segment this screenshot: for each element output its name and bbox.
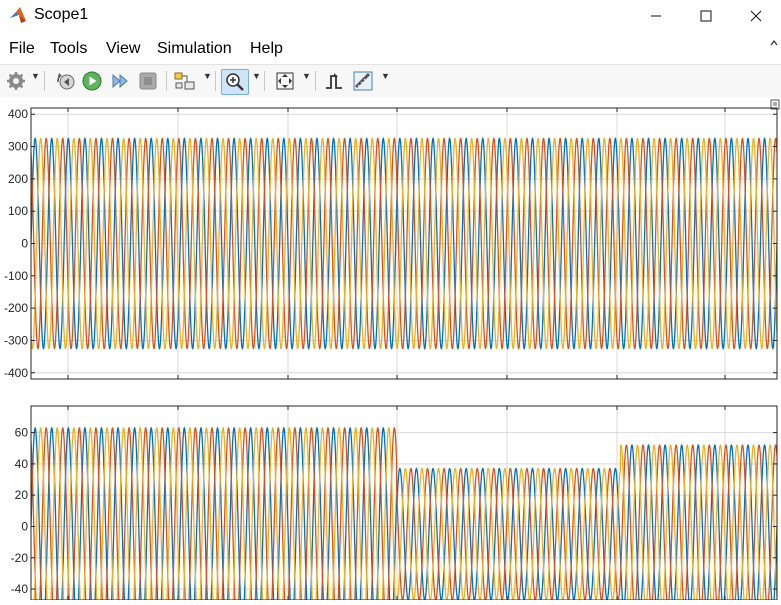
y-tick-label: 400 [8, 107, 28, 121]
highlight-block-button[interactable] [172, 69, 198, 93]
triggers-icon [326, 73, 342, 89]
series-line [33, 427, 777, 600]
y-tick-label: 100 [8, 204, 28, 218]
zoom-to-fit-dropdown-icon[interactable]: ▼ [302, 71, 311, 81]
menu-file[interactable]: File [9, 40, 35, 58]
step-back-button[interactable] [53, 69, 77, 93]
voltage-axes: 400 300 200 100 0 -100 -200 -300 -400 [4, 107, 778, 380]
y-tick-label: -400 [4, 366, 28, 380]
y-tick-label: -40 [11, 582, 29, 596]
highlight-dropdown-icon[interactable]: ▼ [203, 71, 212, 81]
y-tick-label: -100 [4, 269, 28, 283]
measurements-dropdown-icon[interactable]: ▼ [381, 71, 390, 81]
y-tick-label: 20 [15, 488, 29, 502]
stop-button[interactable] [136, 69, 160, 93]
title-bar: Scope1 [0, 0, 781, 32]
cursor-measurements-button[interactable] [350, 69, 376, 93]
run-button[interactable] [80, 69, 104, 93]
zoom-dropdown-icon[interactable]: ▼ [252, 71, 261, 81]
y-tick-label: 60 [15, 426, 29, 440]
y-tick-label: 300 [8, 140, 28, 154]
maximize-icon [700, 10, 712, 22]
cursor-measurements-icon [353, 71, 373, 91]
stop-icon [139, 72, 157, 90]
triggers-button[interactable] [322, 69, 346, 93]
step-forward-button[interactable] [108, 69, 132, 93]
scope-figure: 4003002001000-100-200-300-4006040200-20-… [4, 99, 780, 601]
collapse-arrow-icon[interactable] [769, 38, 779, 52]
toolbar-separator [264, 71, 265, 91]
y-tick-label: -300 [4, 333, 28, 347]
close-icon [750, 10, 762, 22]
minimize-button[interactable] [631, 0, 681, 32]
run-icon [82, 71, 102, 91]
toolbar-separator [315, 71, 316, 91]
toolbar-separator [44, 71, 45, 91]
menu-simulation[interactable]: Simulation [157, 40, 232, 58]
y-tick-label: 40 [15, 457, 29, 471]
step-forward-icon [112, 73, 128, 89]
y-tick-label: -200 [4, 301, 28, 315]
menu-view[interactable]: View [106, 40, 140, 58]
matlab-logo-icon [9, 6, 27, 24]
toolbar: ▼ ▼ ▼ ▼ ▼ [0, 64, 781, 98]
settings-button[interactable] [4, 69, 28, 93]
menu-bar: File Tools View Simulation Help [0, 36, 781, 62]
maximize-button[interactable] [681, 0, 731, 32]
settings-dropdown-icon[interactable]: ▼ [31, 71, 40, 81]
current-axes: 60 40 20 0 -20 -40 [11, 405, 778, 601]
window-title: Scope1 [34, 6, 89, 23]
menu-tools[interactable]: Tools [50, 40, 87, 58]
toolbar-separator [166, 71, 167, 91]
scope-plot-area: 400 300 200 100 0 -100 -200 -300 -400 60 40 20 0 -20-… [0, 97, 781, 601]
y-tick-label: 0 [21, 519, 28, 533]
zoom-to-fit-button[interactable] [272, 69, 298, 93]
close-button[interactable] [731, 0, 781, 32]
zoom-in-icon [226, 73, 244, 91]
menu-help[interactable]: Help [250, 40, 283, 58]
highlight-block-icon [174, 72, 195, 90]
step-back-icon [57, 73, 75, 90]
y-tick-label: -20 [11, 551, 29, 565]
y-tick-label: 200 [8, 172, 28, 186]
y-tick-label: 0 [21, 237, 28, 251]
toolbar-separator [215, 71, 216, 91]
zoom-to-fit-icon [276, 72, 294, 90]
settings-icon [7, 72, 25, 90]
minimize-icon [651, 15, 661, 17]
zoom-in-button[interactable] [221, 69, 249, 95]
